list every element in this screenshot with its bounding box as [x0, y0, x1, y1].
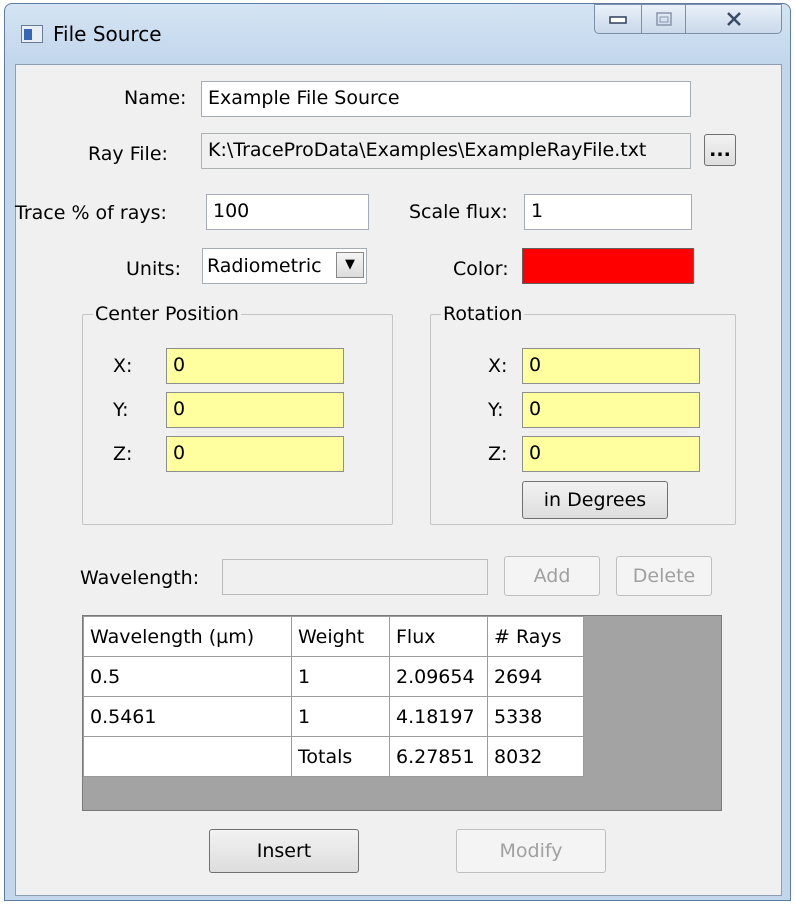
name-field[interactable]: Example File Source: [201, 81, 691, 117]
cell-rays[interactable]: 5338: [487, 696, 584, 737]
close-button[interactable]: [686, 4, 782, 34]
rotation-title: Rotation: [443, 303, 523, 325]
app-icon: [21, 25, 43, 43]
center-position-title: Center Position: [95, 303, 239, 325]
chevron-down-icon[interactable]: ▼: [336, 252, 364, 278]
header-rays[interactable]: # Rays: [487, 616, 584, 657]
add-button[interactable]: Add: [504, 556, 600, 596]
trace-percent-label: Trace % of rays:: [15, 202, 167, 224]
file-source-dialog: File Source Name: Example File Source Ra…: [4, 3, 791, 901]
insert-button[interactable]: Insert: [209, 829, 359, 873]
cell-wavelength[interactable]: 0.5: [83, 656, 292, 697]
close-icon: [726, 12, 741, 26]
center-y-field[interactable]: 0: [166, 392, 344, 428]
cell-wavelength[interactable]: 0.5461: [83, 696, 292, 737]
maximize-icon: [655, 12, 672, 26]
rotation-z-field[interactable]: 0: [522, 436, 700, 472]
units-label: Units:: [126, 258, 181, 280]
totals-label: Totals: [291, 736, 390, 777]
total-flux: 6.27851: [389, 736, 488, 777]
center-y-label: Y:: [113, 399, 129, 421]
center-z-label: Z:: [113, 443, 133, 465]
cell-rays[interactable]: 2694: [487, 656, 584, 697]
color-swatch[interactable]: [522, 248, 694, 284]
table-totals-row: Totals 6.27851 8032: [83, 736, 584, 777]
name-label: Name:: [124, 87, 187, 109]
ray-file-field[interactable]: K:\TraceProData\Examples\ExampleRayFile.…: [201, 133, 691, 169]
scale-flux-label: Scale flux:: [409, 201, 508, 223]
rotation-x-field[interactable]: 0: [522, 348, 700, 384]
in-degrees-button[interactable]: in Degrees: [522, 481, 668, 519]
browse-button[interactable]: ...: [704, 134, 736, 166]
wavelength-label: Wavelength:: [80, 567, 200, 589]
rotation-y-label: Y:: [488, 399, 504, 421]
header-flux[interactable]: Flux: [389, 616, 488, 657]
minimize-icon: [609, 16, 627, 24]
trace-percent-field[interactable]: 100: [206, 194, 369, 230]
cell-flux[interactable]: 2.09654: [389, 656, 488, 697]
delete-button[interactable]: Delete: [616, 556, 712, 596]
title-bar[interactable]: File Source: [5, 4, 790, 64]
maximize-button[interactable]: [642, 4, 686, 34]
center-x-label: X:: [113, 355, 133, 377]
dialog-client-area: Name: Example File Source Ray File: K:\T…: [15, 64, 782, 896]
cell-flux[interactable]: 4.18197: [389, 696, 488, 737]
table-row: 0.5 1 2.09654 2694: [83, 656, 584, 697]
total-rays: 8032: [487, 736, 584, 777]
header-wavelength[interactable]: Wavelength (µm): [83, 616, 292, 657]
table-row: 0.5461 1 4.18197 5338: [83, 696, 584, 737]
wavelength-grid[interactable]: Wavelength (µm) Weight Flux # Rays 0.5 1…: [82, 615, 722, 811]
wavelength-table: Wavelength (µm) Weight Flux # Rays 0.5 1…: [83, 616, 584, 777]
minimize-button[interactable]: [594, 4, 642, 34]
cell-wavelength[interactable]: [83, 736, 292, 777]
ray-file-label: Ray File:: [88, 143, 168, 165]
rotation-x-label: X:: [488, 355, 508, 377]
units-select[interactable]: Radiometric ▼: [202, 248, 367, 284]
window-title: File Source: [53, 22, 162, 46]
table-header-row: Wavelength (µm) Weight Flux # Rays: [83, 616, 584, 657]
caption-buttons: [594, 4, 782, 34]
cell-weight[interactable]: 1: [291, 696, 390, 737]
units-selected-value: Radiometric: [207, 255, 322, 277]
header-weight[interactable]: Weight: [291, 616, 390, 657]
rotation-z-label: Z:: [488, 443, 508, 465]
rotation-y-field[interactable]: 0: [522, 392, 700, 428]
wavelength-field[interactable]: [222, 559, 488, 595]
center-x-field[interactable]: 0: [166, 348, 344, 384]
modify-button[interactable]: Modify: [456, 829, 606, 873]
center-z-field[interactable]: 0: [166, 436, 344, 472]
cell-weight[interactable]: 1: [291, 656, 390, 697]
scale-flux-field[interactable]: 1: [524, 194, 692, 230]
color-label: Color:: [453, 258, 509, 280]
